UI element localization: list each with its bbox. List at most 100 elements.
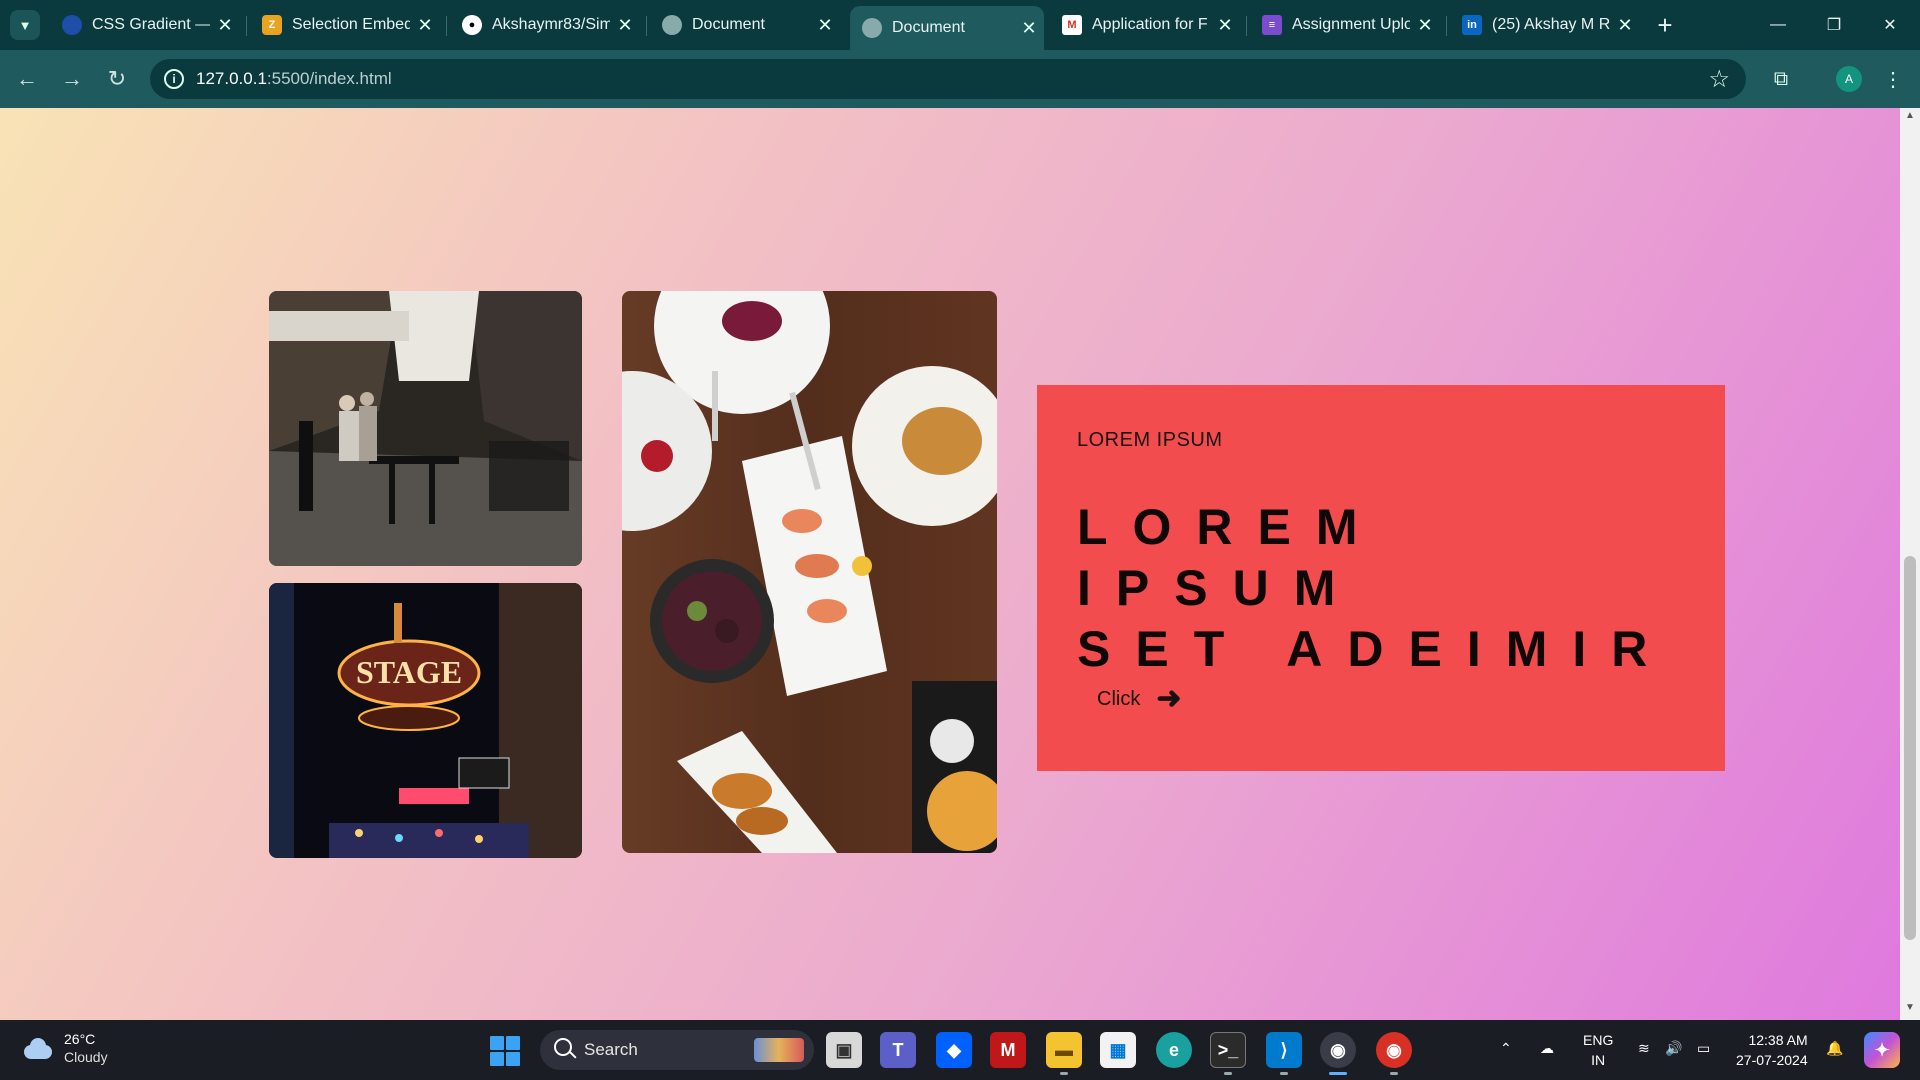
food-table-photo	[622, 291, 997, 853]
chrome-icon[interactable]: ◉	[1320, 1032, 1356, 1068]
clock-date: 27-07-2024	[1736, 1052, 1808, 1068]
tab-strip: ▼ CSS Gradient — ✕ Z Selection Embed ✕ ●…	[0, 0, 1920, 50]
taskbar: 26°C Cloudy Search ▣ T ◆ M ▬ ▦ e >_ ⟩ ◉ …	[0, 1020, 1920, 1080]
page-scrollbar[interactable]: ▲ ▼	[1900, 108, 1920, 1020]
taskbar-search[interactable]: Search	[540, 1030, 814, 1070]
extensions-icon[interactable]: ⧉	[1766, 64, 1796, 94]
tab-github[interactable]: ● Akshaymr83/Sim ✕	[450, 6, 640, 44]
tab-document-1[interactable]: Document ✕	[650, 6, 840, 44]
reload-button[interactable]: ↻	[102, 64, 132, 94]
running-indicator	[1280, 1072, 1288, 1075]
click-button-label: Click	[1097, 687, 1141, 710]
active-app-indicator	[1329, 1072, 1347, 1075]
onedrive-off-icon[interactable]: ☁	[1540, 1038, 1554, 1058]
running-indicator	[1224, 1072, 1232, 1075]
address-bar[interactable]: i 127.0.0.1:5500/index.html ☆	[150, 59, 1746, 99]
forward-button[interactable]: →	[57, 64, 87, 94]
hero-title: LOREM IPSUM SET ADEIMIR	[1077, 497, 1697, 680]
close-icon[interactable]: ✕	[410, 15, 440, 36]
weather-temp: 26°C	[64, 1031, 96, 1047]
tab-divider	[646, 16, 647, 36]
search-icon	[554, 1038, 572, 1056]
linkedin-icon: in	[1462, 15, 1482, 35]
github-icon: ●	[462, 15, 482, 35]
tab-divider	[246, 16, 247, 36]
tray-chevron-icon[interactable]: ⌃	[1500, 1038, 1512, 1058]
mcafee-icon[interactable]: M	[990, 1032, 1026, 1068]
teams-icon[interactable]: T	[880, 1032, 916, 1068]
hero-title-line-2: SET ADEIMIR	[1077, 621, 1673, 677]
tab-search-icon[interactable]: ▼	[10, 10, 40, 40]
tab-linkedin[interactable]: in (25) Akshay M R ✕	[1450, 6, 1640, 44]
clock[interactable]: 12:38 AM 27-07-2024	[1736, 1030, 1808, 1070]
site-info-icon[interactable]: i	[164, 69, 184, 89]
cloud-icon	[20, 1037, 54, 1059]
scrollbar-thumb[interactable]	[1904, 556, 1916, 940]
chrome-profile-icon[interactable]: ◉	[1376, 1032, 1412, 1068]
hero-card: LOREM IPSUM LOREM IPSUM SET ADEIMIR Clic…	[1037, 385, 1725, 771]
url-text[interactable]: 127.0.0.1:5500/index.html	[196, 69, 392, 89]
notification-bell-icon[interactable]: 🔔	[1826, 1038, 1843, 1058]
profile-avatar[interactable]: A	[1836, 66, 1862, 92]
dropbox-icon[interactable]: ◆	[936, 1032, 972, 1068]
close-icon[interactable]: ✕	[610, 15, 640, 36]
close-window-button[interactable]: ✕	[1862, 0, 1918, 50]
tab-gmail[interactable]: M Application for F ✕	[1050, 6, 1240, 44]
svg-text:STAGE: STAGE	[356, 654, 462, 690]
tab-divider	[1246, 16, 1247, 36]
vscode-icon[interactable]: ⟩	[1266, 1032, 1302, 1068]
bookmark-star-icon[interactable]: ☆	[1708, 65, 1730, 94]
microsoft-store-icon[interactable]: ▦	[1100, 1032, 1136, 1068]
restore-button[interactable]: ❐	[1806, 0, 1862, 50]
tab-divider	[1446, 16, 1447, 36]
weather-desc: Cloudy	[64, 1049, 108, 1065]
close-icon[interactable]: ✕	[1410, 15, 1440, 36]
menu-icon[interactable]: ⋮	[1878, 64, 1908, 94]
lang-bottom: IN	[1591, 1052, 1606, 1068]
close-icon[interactable]: ✕	[810, 15, 840, 36]
task-view-icon[interactable]: ▣	[826, 1032, 862, 1068]
volume-icon[interactable]: 🔊	[1665, 1038, 1682, 1058]
wifi-icon[interactable]: ≋	[1638, 1038, 1650, 1058]
tab-selection-embed[interactable]: Z Selection Embed ✕	[250, 6, 440, 44]
scroll-up-icon[interactable]: ▲	[1900, 110, 1920, 126]
scroll-down-icon[interactable]: ▼	[1900, 1002, 1920, 1018]
minimize-button[interactable]: —	[1750, 0, 1806, 50]
new-tab-button[interactable]: +	[1650, 10, 1680, 40]
forms-icon: ≡	[1262, 15, 1282, 35]
arrow-right-icon: ➜	[1156, 682, 1182, 715]
language-indicator[interactable]: ENG IN	[1583, 1030, 1613, 1070]
page-viewport: STAGE LOREM IPSUM LOREM IPSUM SET ADEIMI…	[0, 108, 1900, 1020]
search-highlight-icon	[754, 1038, 804, 1062]
terminal-icon[interactable]: >_	[1210, 1032, 1246, 1068]
running-indicator	[1390, 1072, 1398, 1075]
app-logo-icon: Z	[262, 15, 282, 35]
neon-stage-sign-photo: STAGE	[269, 583, 582, 858]
close-icon[interactable]: ✕	[1610, 15, 1640, 36]
click-button[interactable]: Click ➜	[1097, 683, 1181, 715]
globe-icon	[662, 15, 682, 35]
copilot-icon[interactable]: ✦	[1864, 1032, 1900, 1068]
file-explorer-icon[interactable]: ▬	[1046, 1032, 1082, 1068]
battery-icon[interactable]: ▭	[1697, 1038, 1710, 1058]
weather-widget[interactable]: 26°C Cloudy	[20, 1030, 108, 1066]
globe-blue-icon	[62, 15, 82, 35]
back-button[interactable]: ←	[12, 64, 42, 94]
street-cafe-photo	[269, 291, 582, 566]
lang-top: ENG	[1583, 1032, 1614, 1048]
edge-icon[interactable]: e	[1156, 1032, 1192, 1068]
close-icon[interactable]: ✕	[1210, 15, 1240, 36]
browser-toolbar: ← → ↻ i 127.0.0.1:5500/index.html ☆ ⧉ A …	[0, 50, 1920, 108]
globe-icon	[862, 18, 882, 38]
tab-assignment[interactable]: ≡ Assignment Uplo ✕	[1250, 6, 1440, 44]
tab-css-gradient[interactable]: CSS Gradient — ✕	[50, 6, 240, 44]
tab-document-active[interactable]: Document ✕	[850, 6, 1044, 50]
clock-time: 12:38 AM	[1748, 1032, 1808, 1048]
close-icon[interactable]: ✕	[210, 15, 240, 36]
search-label: Search	[584, 1040, 638, 1059]
close-icon[interactable]: ✕	[1014, 18, 1044, 39]
running-indicator	[1060, 1072, 1068, 1075]
windows-start-icon[interactable]	[490, 1036, 520, 1066]
gmail-icon: M	[1062, 15, 1082, 35]
hero-title-line-1: LOREM IPSUM	[1077, 499, 1383, 616]
